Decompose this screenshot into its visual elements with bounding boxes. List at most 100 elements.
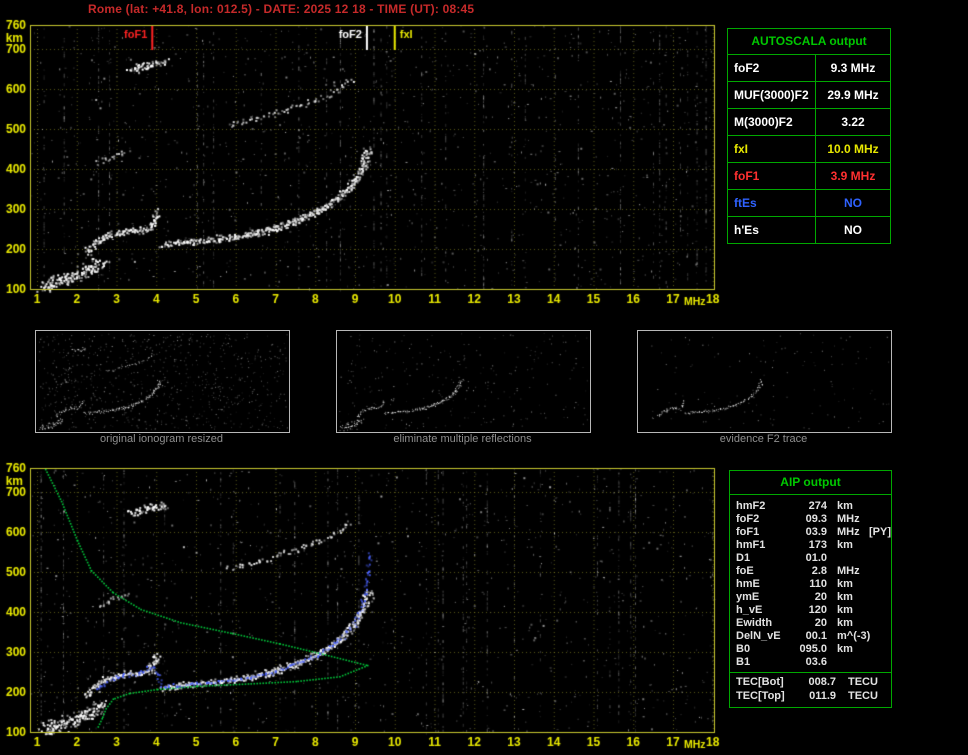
autoscala-row-value: 3.22 [816,109,890,136]
aip-param-unit: km [837,643,853,655]
aip-param-unit: MHz [837,513,860,525]
aip-param-value: 120 [808,604,827,616]
aip-param-value: 008.7 [808,676,836,688]
aip-param-name: ymE [736,591,760,603]
autoscala-row-label: foF2 [728,55,816,82]
autoscala-row-value: 29.9 MHz [816,82,890,109]
autoscala-table: AUTOSCALA output foF2 9.3 MHz MUF(3000)F… [727,28,891,244]
autoscala-row-value: 9.3 MHz [816,55,890,82]
aip-param-unit: TECU [848,689,878,702]
thumbnail-evidence-f2-trace [637,330,892,433]
aip-param-name: B1 [736,656,751,668]
aip-row: foF2 09.3 MHz [736,513,888,526]
autoscala-row-label: h'Es [728,217,816,243]
aip-param-name: foF1 [736,526,760,538]
aip-row: Ewidth 20 km [736,617,888,630]
autoscala-row-label: M(3000)F2 [728,109,816,136]
aip-param-note [869,617,888,630]
aip-param-unit: km [837,500,853,512]
aip-param-note [869,591,888,604]
aip-param-note [869,500,888,513]
autoscala-row-value: 10.0 MHz [816,136,890,163]
aip-param-value: 011.9 [809,689,836,702]
aip-table: AIP output hmF2 274 km foF2 09.3 MHz foF1 03.… [729,470,892,708]
autoscala-table-title: AUTOSCALA output [728,29,890,55]
aip-tec-section: TEC[Bot] 008.7 TECU TEC[Top] 011.9 TECU [730,672,891,707]
aip-param-note [869,630,888,643]
aip-param-unit: km [837,604,853,616]
aip-param-value: 20 [814,591,827,603]
aip-param-name: TEC[Top] [736,689,785,702]
aip-row: hmE 110 km [736,578,888,591]
aip-param-name: hmF1 [736,539,766,551]
aip-tec-row: TEC[Bot] 008.7 TECU [736,676,888,690]
aip-param-name: hmE [736,578,760,590]
autoscala-row-label: foF1 [728,163,816,190]
aip-param-note [869,565,888,578]
aip-param-unit [827,656,869,669]
aip-param-unit: km [837,591,853,603]
aip-row: h_vE 120 km [736,604,888,617]
autoscala-row-value: 3.9 MHz [816,163,890,190]
aip-row: ymE 20 km [736,591,888,604]
aip-row: D1 01.0 [736,552,888,565]
aip-param-note [869,656,888,669]
aip-param-name: DelN_vE [736,630,781,642]
aip-param-value: 095.0 [799,643,827,655]
aip-row: hmF2 274 km [736,500,888,513]
thumbnail-eliminate-reflections [336,330,591,433]
aip-param-value: 01.0 [805,552,827,564]
aip-param-unit: MHz [837,565,860,577]
aip-param-value: 20 [814,617,827,629]
aip-param-note: [PY] [869,526,891,538]
aip-param-unit: km [837,539,853,551]
autoscala-row-label: fxI [728,136,816,163]
aip-param-unit: km [837,578,853,590]
aip-param-unit: TECU [848,676,878,688]
aip-row: B0 095.0 km [736,643,888,656]
aip-row: foE 2.8 MHz [736,565,888,578]
bottom-ionogram-plot [0,461,724,755]
aip-param-name: TEC[Bot] [736,676,784,688]
aip-param-name: h_vE [736,604,763,616]
autoscala-row-label: ftEs [728,190,816,217]
aip-param-note [869,552,888,565]
autoscala-row-value: NO [844,223,862,237]
aip-param-unit: km [837,617,853,629]
aip-param-value: 03.6 [805,656,827,668]
aip-param-name: B0 [736,643,751,655]
aip-param-name: foE [736,565,754,577]
aip-param-unit: MHz [837,526,860,538]
aip-param-name: foF2 [736,513,760,525]
aip-param-value: 274 [808,500,827,512]
aip-param-unit [827,552,869,565]
thumbnail-caption: eliminate multiple reflections [393,433,532,445]
aip-table-body: hmF2 274 km foF2 09.3 MHz foF1 03.9 MHz [PY] hm… [730,495,891,672]
aip-row: DelN_vE 00.1 m^(-3) [736,630,888,643]
aip-tec-row: TEC[Top] 011.9 TECU [736,690,888,704]
aip-row: B1 03.6 [736,656,888,669]
thumbnail-original-ionogram [35,330,290,433]
aip-param-value: 03.9 [805,526,827,538]
page-title: Rome (lat: +41.8, lon: 012.5) - DATE: 20… [88,2,475,16]
top-ionogram-plot [0,18,724,318]
autoscala-row-value: NO [816,190,890,217]
aip-param-note [869,643,888,656]
thumbnail-caption: original ionogram resized [100,433,223,445]
aip-param-value: 2.8 [811,565,827,577]
autoscala-output-screen: Rome (lat: +41.8, lon: 012.5) - DATE: 20… [0,0,968,755]
aip-row: hmF1 173 km [736,539,888,552]
aip-param-note [869,604,888,617]
aip-param-value: 173 [808,539,827,551]
autoscala-row-label: MUF(3000)F2 [728,82,816,109]
aip-param-unit: m^(-3) [837,630,871,642]
aip-param-name: D1 [736,552,751,564]
aip-param-value: 00.1 [805,630,827,642]
aip-param-note [869,578,888,591]
aip-param-name: hmF2 [736,500,766,512]
aip-param-note [869,539,888,552]
aip-param-name: Ewidth [736,617,773,629]
aip-param-value: 09.3 [805,513,827,525]
thumbnail-caption: evidence F2 trace [719,433,808,445]
aip-param-note [869,513,888,526]
